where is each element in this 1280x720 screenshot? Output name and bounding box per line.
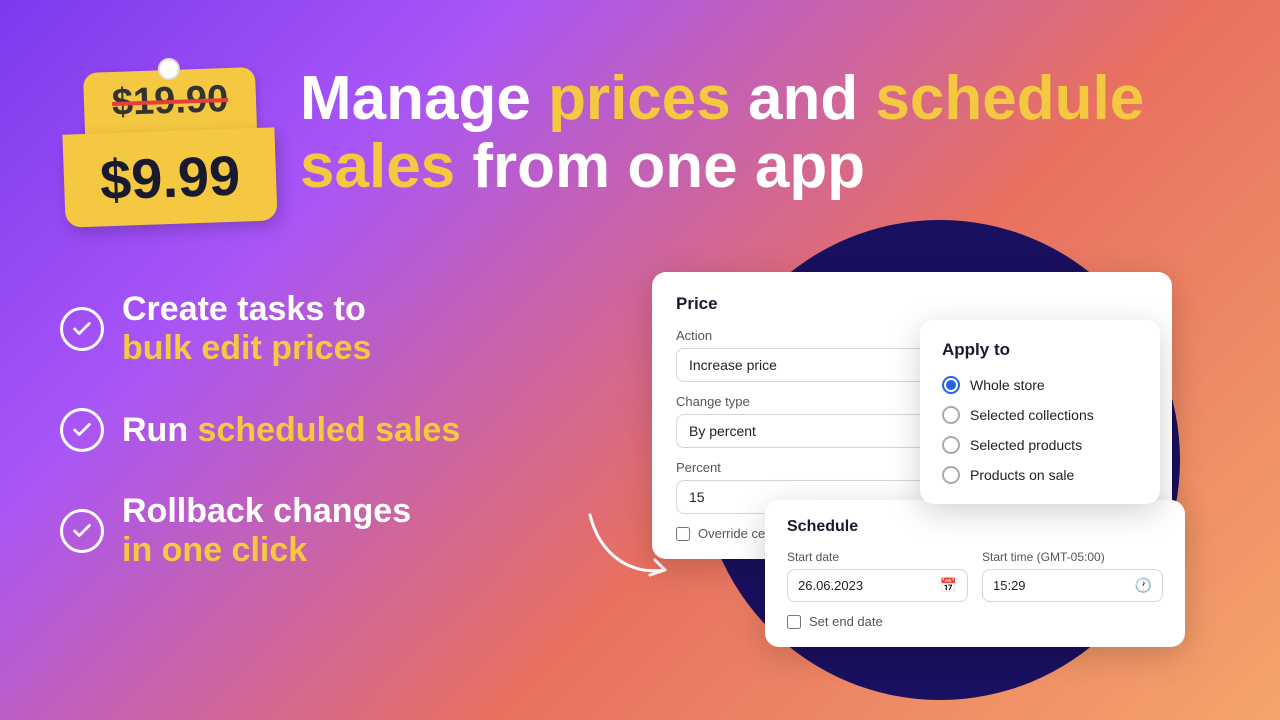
radio-label-selected-products: Selected products <box>970 437 1082 453</box>
override-cents-checkbox[interactable] <box>676 527 690 541</box>
apply-to-card: Apply to Whole store Selected collection… <box>920 320 1160 504</box>
feature-text-2: Run scheduled sales <box>122 411 460 450</box>
set-end-date-row: Set end date <box>787 614 1163 629</box>
feature-text-3: Rollback changes in one click <box>122 492 411 570</box>
schedule-card-title: Schedule <box>787 518 1163 536</box>
headline-line1: Manage prices and schedule <box>300 64 1144 133</box>
set-end-date-checkbox[interactable] <box>787 615 801 629</box>
radio-circle-whole-store <box>942 376 960 394</box>
feature-item-1: Create tasks to bulk edit prices <box>60 290 460 368</box>
calendar-icon: 📅 <box>940 577 957 594</box>
check-icon-3 <box>60 509 104 553</box>
old-price-tag: $19.90 <box>83 67 257 136</box>
price-card-title: Price <box>676 294 1148 314</box>
radio-whole-store[interactable]: Whole store <box>942 376 1138 394</box>
radio-selected-products[interactable]: Selected products <box>942 436 1138 454</box>
start-date-input[interactable]: 26.06.2023 📅 <box>787 569 968 602</box>
feature-item-3: Rollback changes in one click <box>60 492 460 570</box>
feature-text-1: Create tasks to bulk edit prices <box>122 290 371 368</box>
radio-label-products-on-sale: Products on sale <box>970 467 1074 483</box>
apply-to-title: Apply to <box>942 340 1138 360</box>
date-row: Start date 26.06.2023 📅 Start time (GMT-… <box>787 550 1163 602</box>
radio-products-on-sale[interactable]: Products on sale <box>942 466 1138 484</box>
start-date-field: Start date 26.06.2023 📅 <box>787 550 968 602</box>
radio-selected-collections[interactable]: Selected collections <box>942 406 1138 424</box>
check-icon-2 <box>60 408 104 452</box>
price-tag-container: $19.90 $9.99 <box>60 70 280 224</box>
radio-circle-selected-products <box>942 436 960 454</box>
clock-icon: 🕐 <box>1135 577 1152 594</box>
new-price-tag: $9.99 <box>62 127 277 227</box>
features-list: Create tasks to bulk edit prices Run sch… <box>60 290 460 570</box>
feature-item-2: Run scheduled sales <box>60 408 460 452</box>
radio-circle-selected-collections <box>942 406 960 424</box>
start-time-input[interactable]: 15:29 🕐 <box>982 569 1163 602</box>
radio-label-selected-collections: Selected collections <box>970 407 1094 423</box>
radio-circle-products-on-sale <box>942 466 960 484</box>
radio-label-whole-store: Whole store <box>970 377 1045 393</box>
headline-line2: sales from one app <box>300 132 865 201</box>
headline: Manage prices and schedule sales from on… <box>300 65 1220 201</box>
check-icon-1 <box>60 307 104 351</box>
set-end-date-label: Set end date <box>809 614 883 629</box>
start-time-label: Start time (GMT-05:00) <box>982 550 1163 564</box>
start-time-field: Start time (GMT-05:00) 15:29 🕐 <box>982 550 1163 602</box>
schedule-card: Schedule Start date 26.06.2023 📅 Start t… <box>765 500 1185 647</box>
start-date-label: Start date <box>787 550 968 564</box>
